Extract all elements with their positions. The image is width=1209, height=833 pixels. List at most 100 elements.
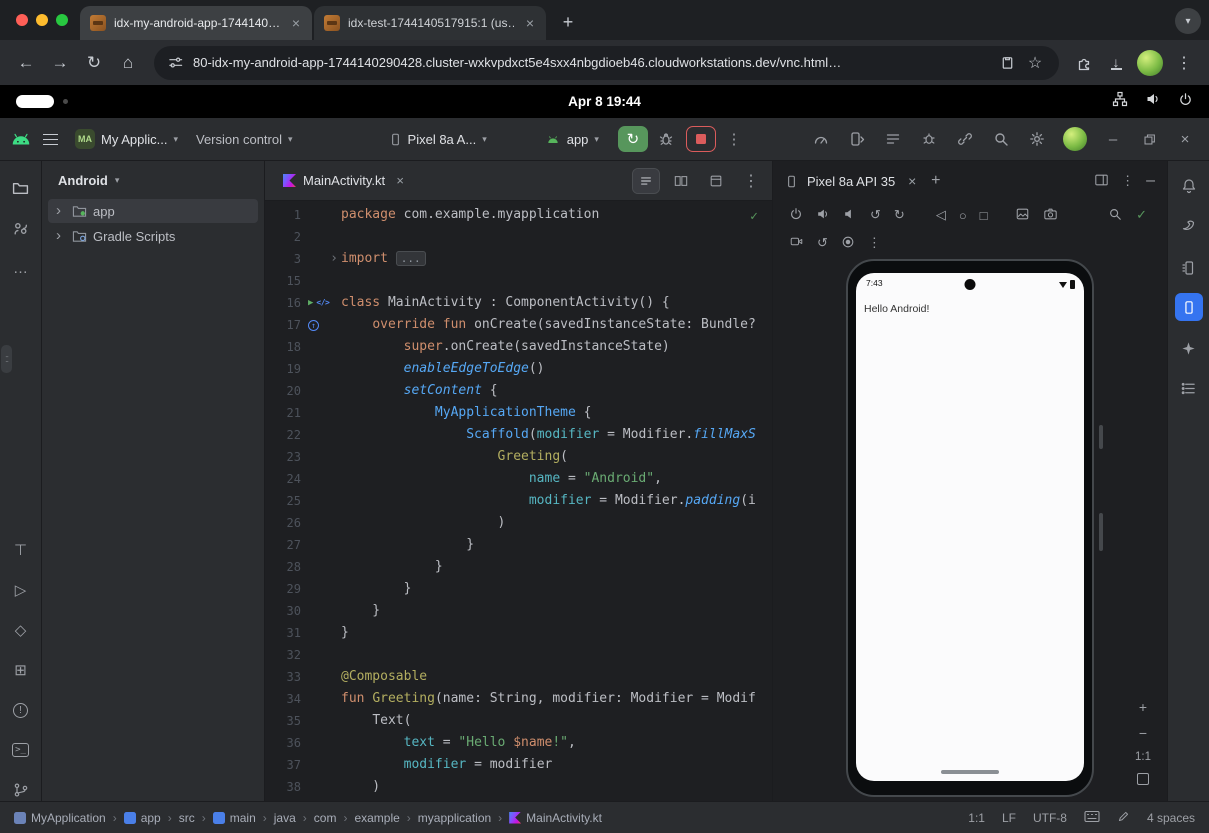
android-back-icon[interactable]: ◁ — [936, 207, 946, 223]
app-quality-insights-icon[interactable] — [915, 126, 943, 152]
expand-chevron-icon[interactable]: › — [56, 231, 66, 241]
android-overview-icon[interactable]: □ — [980, 208, 988, 223]
ide-minimize-button[interactable]: – — [1099, 126, 1127, 152]
breadcrumb-item[interactable]: myapplication — [418, 811, 491, 825]
gradle-tool-icon[interactable] — [1175, 212, 1203, 240]
address-bar[interactable]: 80-idx-my-android-app-1744140290428.clus… — [154, 46, 1059, 80]
breadcrumb-item[interactable]: app — [124, 811, 161, 825]
structure-tool-icon[interactable] — [1175, 374, 1203, 402]
panel-layout-icon[interactable] — [1094, 173, 1109, 190]
panel-scrollbar-thumb[interactable] — [1099, 425, 1103, 449]
gemini-icon[interactable] — [1175, 334, 1203, 362]
terminal-tool-icon[interactable]: >_ — [7, 736, 35, 764]
fullscreen-window-button[interactable] — [56, 14, 68, 26]
debug-icon[interactable] — [652, 126, 680, 152]
git-branch-tool-icon[interactable] — [7, 776, 35, 804]
search-everywhere-icon[interactable] — [987, 126, 1015, 152]
rerun-button[interactable]: ↻ — [618, 126, 648, 152]
zoom-in-icon[interactable]: + — [1139, 699, 1147, 715]
editor-tab-mainactivity[interactable]: MainActivity.kt × — [271, 161, 420, 200]
forward-icon[interactable]: → — [44, 47, 76, 79]
bookmark-star-icon[interactable]: ☆ — [1025, 48, 1045, 78]
panel-scrollbar-thumb[interactable] — [1099, 513, 1103, 551]
gradle-sync-icon[interactable] — [951, 126, 979, 152]
breadcrumb-item[interactable]: main — [213, 811, 256, 825]
browser-menu-kebab-icon[interactable]: ⋮ — [1169, 48, 1199, 78]
project-view-selector[interactable]: Android ▾ — [42, 161, 264, 198]
browser-tab-active[interactable]: idx-my-android-app-1744140… × — [80, 6, 312, 40]
panel-hide-icon[interactable]: – — [1146, 172, 1155, 190]
device-tab-label[interactable]: Pixel 8a API 35 — [807, 174, 895, 189]
rotate-right-icon[interactable]: ↻ — [894, 207, 905, 223]
panel-options-kebab-icon[interactable]: ⋮ — [1121, 173, 1134, 189]
camera-icon[interactable] — [1043, 207, 1058, 224]
download-icon[interactable]: ↓ — [1101, 48, 1131, 78]
breadcrumb-item[interactable]: MainActivity.kt — [509, 811, 602, 825]
screen-record-icon[interactable] — [841, 235, 855, 252]
close-window-button[interactable] — [16, 14, 28, 26]
browser-tab-2[interactable]: idx-test-1744140517915:1 (us… × — [314, 6, 546, 40]
tab-close-icon[interactable]: × — [522, 15, 538, 31]
device-tab-close-icon[interactable]: × — [904, 173, 920, 189]
design-view-icon[interactable] — [703, 169, 729, 193]
volume-icon[interactable] — [1145, 91, 1161, 112]
stop-button[interactable] — [686, 126, 716, 152]
logcat-icon[interactable] — [879, 126, 907, 152]
record-video-icon[interactable] — [789, 235, 804, 251]
device-explorer-icon[interactable] — [1175, 254, 1203, 282]
tree-item-gradle-scripts[interactable]: › Gradle Scripts — [48, 224, 258, 248]
back-icon[interactable]: ← — [10, 47, 42, 79]
breadcrumb-item[interactable]: src — [179, 811, 195, 825]
code-gutter-icon[interactable]: </> — [316, 292, 329, 314]
project-tool-icon[interactable] — [7, 174, 35, 202]
keyboard-icon[interactable] — [1084, 810, 1100, 826]
expand-chevron-icon[interactable]: › — [56, 206, 66, 216]
run-more-kebab-icon[interactable]: ⋮ — [720, 126, 748, 152]
add-device-tab-icon[interactable]: + — [931, 172, 940, 190]
zoom-level-label[interactable]: 1:1 — [1135, 751, 1151, 763]
code-view-icon[interactable] — [633, 169, 659, 193]
tab-search-button[interactable]: ▾ — [1175, 8, 1201, 34]
todo-tool-icon[interactable]: ⊤ — [7, 536, 35, 564]
screenshot-icon[interactable] — [1015, 207, 1030, 224]
device-more-kebab-icon[interactable]: ⋮ — [868, 235, 881, 251]
caret-position[interactable]: 1:1 — [968, 811, 985, 825]
project-widget[interactable]: MA My Applic... ▾ — [68, 125, 185, 153]
breadcrumb-item[interactable]: java — [274, 811, 296, 825]
code-editor[interactable]: 1package com.example.myapplication23›imp… — [265, 201, 772, 801]
breadcrumb-item[interactable]: MyApplication — [14, 811, 106, 825]
run-tool-icon[interactable]: ▷ — [7, 576, 35, 604]
vcs-widget[interactable]: Version control ▾ — [189, 128, 300, 151]
emulator-phone-frame[interactable]: 7:43 Hello Android! — [846, 259, 1094, 797]
volume-up-icon[interactable] — [816, 207, 830, 224]
breadcrumb-item[interactable]: com — [314, 811, 337, 825]
running-devices-icon[interactable] — [1175, 293, 1203, 321]
notifications-bell-icon[interactable] — [1175, 172, 1203, 200]
run-gutter-icon[interactable]: ▶ — [308, 292, 313, 314]
tree-item-app[interactable]: › app — [48, 199, 258, 223]
home-icon[interactable]: ⌂ — [112, 47, 144, 79]
commit-tool-icon[interactable] — [7, 214, 35, 242]
inspections-ok-icon[interactable]: ✓ — [750, 209, 758, 224]
ide-profile-avatar[interactable] — [1063, 127, 1087, 151]
zoom-out-icon[interactable]: − — [1139, 725, 1147, 741]
settings-gear-icon[interactable] — [1023, 126, 1051, 152]
main-menu-hamburger-icon[interactable] — [36, 126, 64, 152]
tab-close-icon[interactable]: × — [288, 15, 304, 31]
override-gutter-icon[interactable]: ↑ — [308, 320, 319, 331]
tool-window-drag-handle[interactable]: ⁚⁚ — [1, 345, 12, 373]
clipboard-icon[interactable] — [1000, 55, 1015, 70]
profiler-icon[interactable] — [807, 126, 835, 152]
emulator-screen[interactable]: 7:43 Hello Android! — [856, 273, 1084, 781]
more-tool-windows-icon[interactable]: … — [7, 254, 35, 282]
ide-restore-button[interactable] — [1135, 126, 1163, 152]
extensions-icon[interactable] — [1069, 48, 1099, 78]
android-home-icon[interactable]: ○ — [959, 208, 967, 223]
breadcrumb-item[interactable]: example — [354, 811, 399, 825]
profile-avatar[interactable] — [1137, 50, 1163, 76]
power-icon[interactable] — [1178, 92, 1193, 112]
ide-close-button[interactable]: × — [1171, 126, 1199, 152]
device-selector[interactable]: Pixel 8a A... ▾ — [382, 128, 494, 151]
rotate-left-icon[interactable]: ↺ — [870, 207, 881, 223]
volume-down-icon[interactable] — [843, 207, 857, 224]
